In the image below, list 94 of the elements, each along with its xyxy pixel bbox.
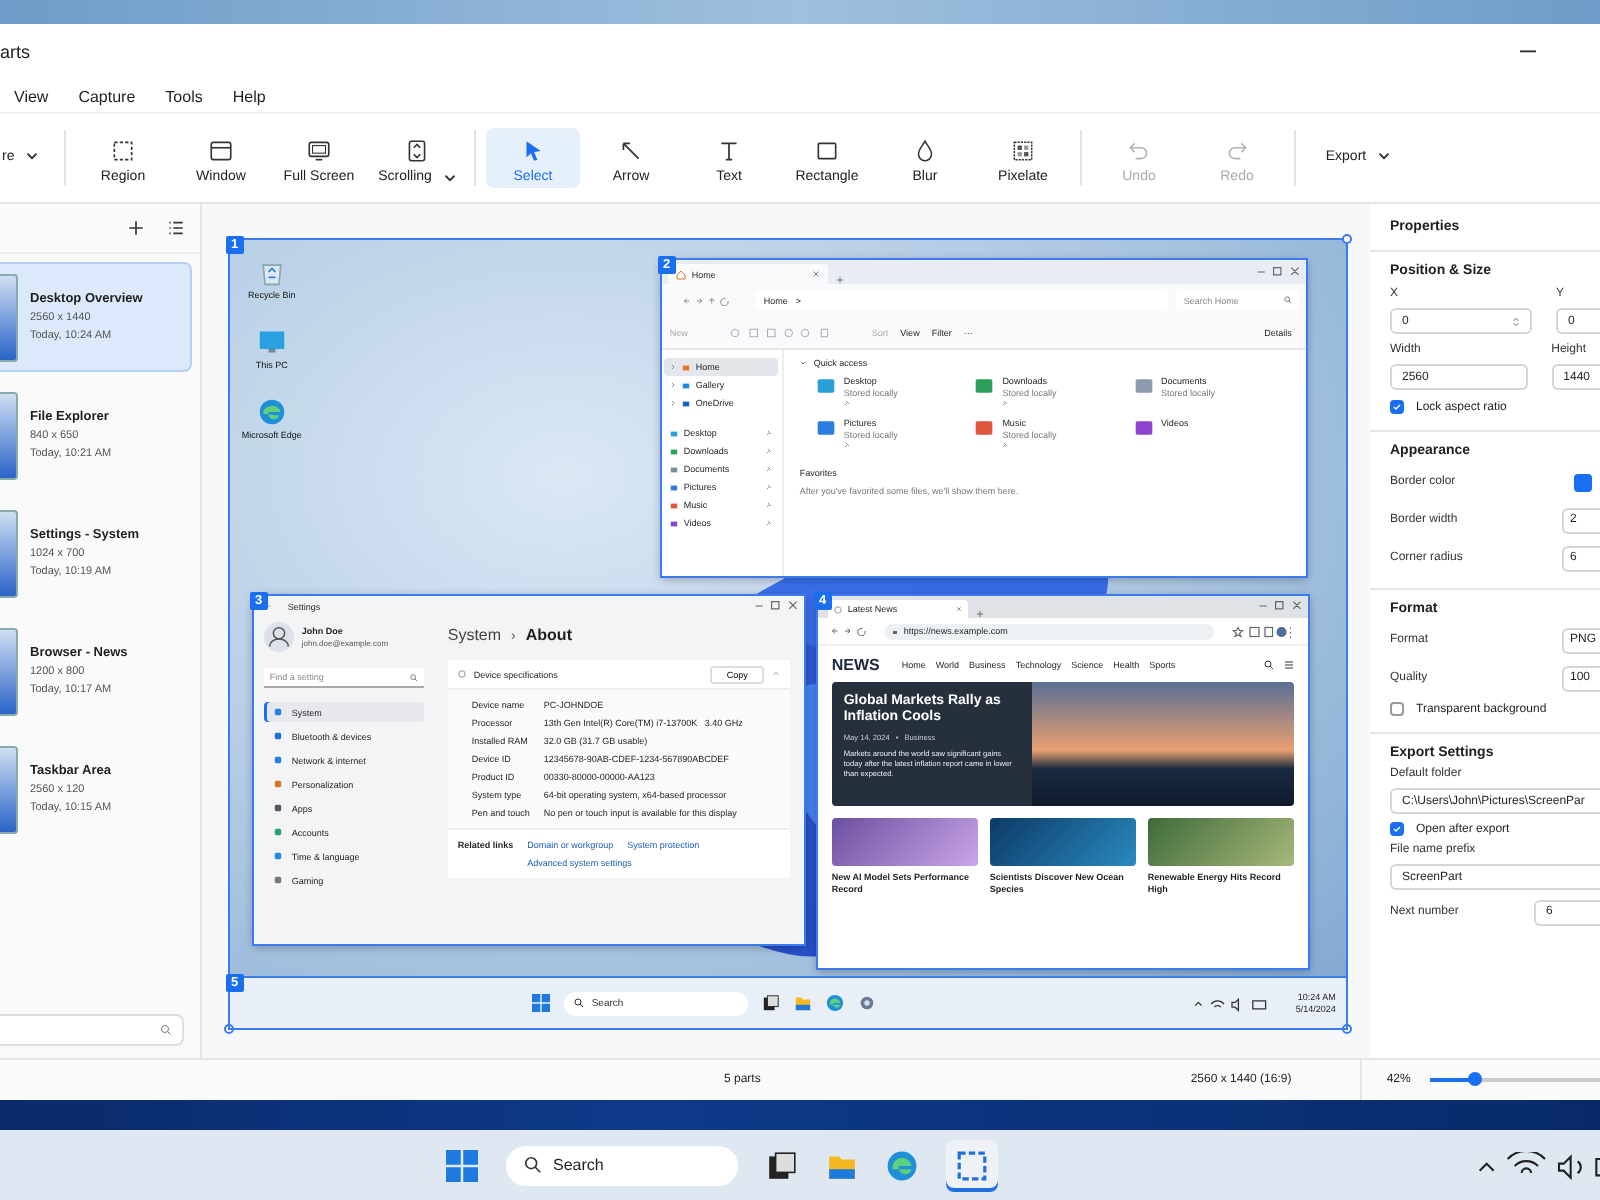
- category-icon: [273, 828, 282, 836]
- category-icon: [273, 780, 282, 788]
- category-icon: [273, 804, 282, 812]
- redo-icon: [1224, 138, 1250, 164]
- home-icon: [675, 269, 686, 279]
- folder-icon: [669, 429, 678, 437]
- region-icon: [955, 1149, 987, 1181]
- folder-icon: [974, 418, 995, 438]
- search-icon: [409, 673, 418, 681]
- slider-thumb[interactable]: [1467, 1072, 1482, 1086]
- folder-icon: [669, 447, 678, 455]
- info-icon: [457, 670, 466, 678]
- close-icon[interactable]: [955, 606, 962, 612]
- arrow-icon: [618, 138, 644, 164]
- folder-icon: [974, 376, 995, 396]
- category-icon: [273, 852, 282, 860]
- menu-item[interactable]: View: [14, 87, 49, 105]
- folder-icon: [681, 381, 690, 389]
- checkbox[interactable]: [1390, 400, 1404, 414]
- recycle-bin-icon[interactable]: [257, 258, 286, 286]
- scrolling-icon: [404, 138, 430, 164]
- search-icon: [573, 998, 584, 1008]
- folder-icon: [681, 399, 690, 407]
- drop-icon: [912, 138, 938, 164]
- close-icon[interactable]: [811, 270, 820, 278]
- rectangle-icon: [814, 138, 840, 164]
- folder-icon: [669, 519, 678, 527]
- checkbox[interactable]: [1390, 702, 1404, 716]
- site-logo[interactable]: NEWS: [831, 655, 880, 673]
- window-controls-icon[interactable]: [1257, 600, 1302, 612]
- category-icon: [273, 756, 282, 764]
- folder-icon: [815, 418, 836, 438]
- resize-handle[interactable]: [1341, 1024, 1352, 1034]
- search-icon: [159, 1024, 172, 1036]
- window-controls-icon[interactable]: [753, 600, 798, 612]
- folder-icon: [669, 501, 678, 509]
- globe-icon: [833, 605, 842, 613]
- browser-icon[interactable]: [885, 1149, 917, 1181]
- pixelate-icon: [1010, 138, 1036, 164]
- cursor-icon: [520, 138, 546, 164]
- search-icon: [523, 1156, 541, 1174]
- menu-item[interactable]: Capture: [78, 87, 136, 105]
- thumbnail-image: [0, 745, 18, 833]
- region-icon: [110, 138, 136, 164]
- folder-icon: [1133, 376, 1154, 396]
- gear-icon[interactable]: [857, 994, 876, 1012]
- avatar-icon: [263, 622, 294, 652]
- folder-icon: [1133, 418, 1154, 438]
- menu-icon[interactable]: [1283, 659, 1294, 669]
- folder-icon: [669, 483, 678, 491]
- thumbnail-image: [0, 627, 18, 715]
- task-view-icon[interactable]: [761, 994, 780, 1012]
- category-icon: [273, 708, 282, 716]
- thumbnail-image: [0, 273, 18, 361]
- menu-item[interactable]: Tools: [165, 87, 203, 105]
- page-title: About: [525, 626, 572, 644]
- color-swatch[interactable]: [1574, 473, 1592, 491]
- category-icon: [273, 876, 282, 884]
- thumbnail-image: [0, 509, 18, 597]
- browser-icon[interactable]: [257, 398, 286, 426]
- undo-icon: [1126, 138, 1152, 164]
- thumbnail-image: [0, 391, 18, 479]
- folder-icon[interactable]: [793, 994, 812, 1012]
- search-field[interactable]: [0, 1014, 184, 1046]
- text-icon: [716, 138, 742, 164]
- window-controls-icon[interactable]: [1255, 265, 1300, 277]
- browser-icon[interactable]: [825, 994, 844, 1012]
- taskbar-app-button[interactable]: [945, 1139, 997, 1191]
- lock-icon: [891, 628, 898, 634]
- add-icon[interactable]: [975, 610, 984, 618]
- search-icon[interactable]: [1263, 659, 1274, 669]
- resize-handle[interactable]: [1341, 234, 1352, 244]
- start-icon[interactable]: [531, 994, 550, 1012]
- search-icon: [1283, 296, 1292, 304]
- search-field[interactable]: Search: [505, 1145, 737, 1185]
- start-icon[interactable]: [445, 1149, 477, 1181]
- list-icon[interactable]: [167, 220, 184, 236]
- folder-icon: [681, 363, 690, 371]
- monitor-icon[interactable]: [257, 328, 286, 356]
- resize-handle[interactable]: [223, 1024, 234, 1034]
- window-title: arts: [0, 42, 31, 62]
- spinner-icon[interactable]: [1512, 315, 1520, 327]
- checkbox[interactable]: [1390, 822, 1404, 836]
- folder-icon: [815, 376, 836, 396]
- menu-item[interactable]: Help: [232, 87, 266, 105]
- monitor-icon: [306, 138, 332, 164]
- add-icon[interactable]: [835, 276, 844, 284]
- minimize-icon[interactable]: [1520, 50, 1536, 54]
- task-view-icon[interactable]: [765, 1149, 797, 1181]
- folder-icon: [669, 465, 678, 473]
- window-icon: [208, 138, 234, 164]
- breadcrumb-item[interactable]: System: [447, 626, 502, 644]
- category-icon: [273, 732, 282, 740]
- add-icon[interactable]: [127, 220, 144, 236]
